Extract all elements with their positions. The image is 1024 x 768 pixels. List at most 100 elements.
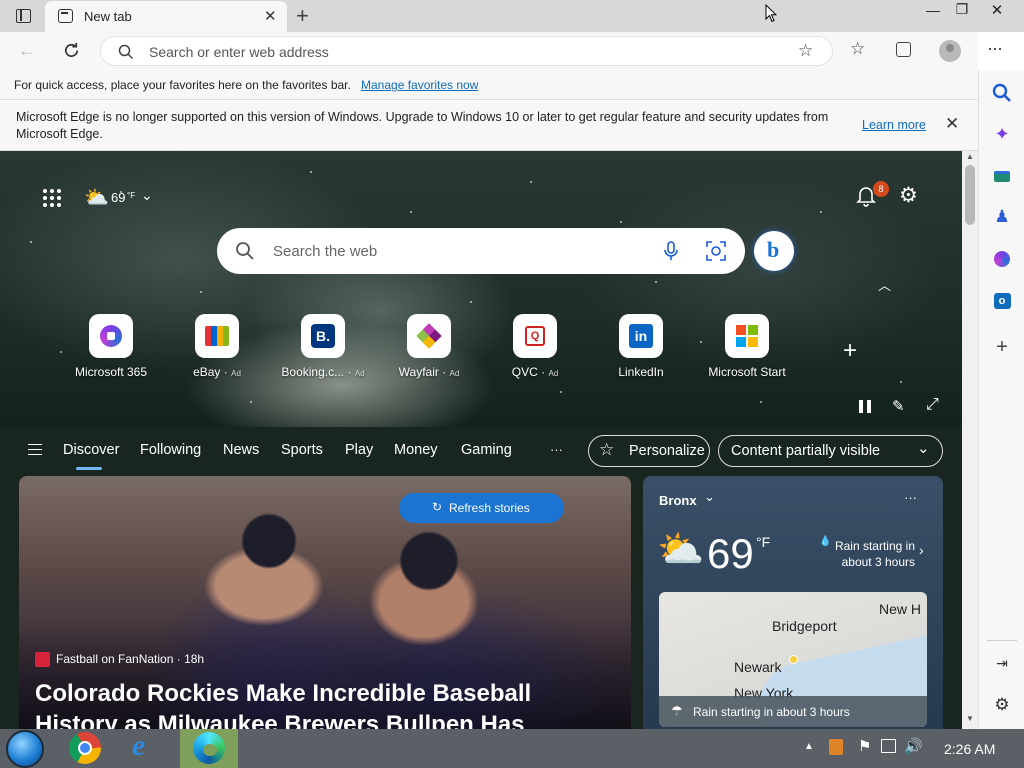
quick-link-booking[interactable]: B. Booking.c... · Ad [273,314,373,379]
linkedin-logo-icon: in [629,324,653,348]
manage-favorites-link[interactable]: Manage favorites now [361,78,478,92]
copilot-sparkle-icon[interactable]: ✦ [991,123,1013,145]
refresh-icon[interactable] [62,41,81,60]
start-button[interactable] [6,730,44,768]
refresh-stories-button[interactable]: ↻ Refresh stories [399,493,564,523]
visual-search-icon[interactable] [706,241,726,261]
shopping-icon[interactable] [991,166,1013,188]
scroll-up-icon[interactable]: ▲ [966,152,974,161]
show-hidden-icons[interactable]: ▲ [804,741,814,752]
toolbar: ← Search or enter web address ☆ ☆ [0,32,978,70]
partly-cloudy-icon: ⛅ [84,187,109,209]
add-quick-link-icon[interactable]: + [843,337,857,365]
app-launcher-icon[interactable] [43,189,61,207]
expand-icon[interactable]: ⤢ [926,396,939,414]
scroll-thumb[interactable] [965,165,975,225]
tab-close-button[interactable]: ✕ [264,7,277,25]
more-tabs-button[interactable]: ··· [550,442,563,457]
quick-link-linkedin[interactable]: in LinkedIn [591,314,691,379]
top-story-card[interactable]: ↻ Refresh stories Fastball on FanNation … [19,476,631,729]
learn-more-link[interactable]: Learn more [862,118,926,132]
edge-icon [193,732,225,764]
quick-link-microsoft-365[interactable]: Microsoft 365 [61,314,161,379]
internet-explorer-icon: e [132,729,146,762]
quick-link-ebay[interactable]: eBay · Ad [167,314,267,379]
ad-label: Ad [231,369,241,378]
quick-link-wayfair[interactable]: Wayfair · Ad [379,314,479,379]
search-icon[interactable] [991,82,1013,104]
tab-discover[interactable]: Discover [63,442,119,458]
tab-new-tab[interactable]: New tab ✕ [45,1,287,32]
bing-logo-icon: b [767,237,780,262]
action-center-flag-icon[interactable]: ⚑ [858,737,871,755]
edge-window: New tab ✕ + — ❐ ✕ ← Search or enter web … [0,0,1024,768]
address-bar[interactable]: Search or enter web address ☆ [100,36,833,66]
personalize-button[interactable]: ☆ Personalize [588,435,710,467]
pause-icon[interactable] [859,400,871,413]
quick-link-qvc[interactable]: Q QVC · Ad [485,314,585,379]
hide-sidebar-icon[interactable]: ⇥ [991,652,1013,674]
weather-map[interactable]: New H Bridgeport Newark New York ☂ Rain … [659,592,927,727]
ad-label: Ad [548,369,559,378]
map-label: Newark [734,659,782,675]
network-icon[interactable] [881,739,896,753]
tab-sports[interactable]: Sports [281,442,323,458]
tab-play[interactable]: Play [345,442,373,458]
tab-money[interactable]: Money [394,442,438,458]
taskbar-internet-explorer[interactable]: e [118,729,174,768]
window-close-button[interactable]: ✕ [979,1,1015,21]
profile-avatar[interactable] [939,40,961,62]
more-options-icon[interactable]: ··· [904,490,917,505]
sidebar-settings-icon[interactable]: ⚙ [991,694,1013,716]
favorites-icon[interactable]: ☆ [850,39,865,59]
microsoft-logo-icon [736,325,758,347]
menu-icon[interactable] [28,444,42,455]
tab-news[interactable]: News [223,442,259,458]
add-icon[interactable]: + [991,336,1013,358]
tray-app-icon[interactable] [829,739,843,755]
scroll-down-icon[interactable]: ▼ [966,714,974,723]
taskbar-chrome[interactable] [56,729,112,768]
tab-actions-icon[interactable] [16,9,31,23]
quick-link-label: Booking.c... [281,365,345,379]
taskbar-edge[interactable] [180,729,238,768]
add-favorite-icon[interactable]: ☆ [798,41,813,61]
quick-link-microsoft-start[interactable]: Microsoft Start [697,314,797,379]
content-visibility-dropdown[interactable]: Content partially visible ⌄ [718,435,943,467]
page-scrollbar[interactable]: ▲ ▼ [962,151,978,729]
wayfair-logo-icon [416,323,442,349]
collapse-chevron-icon[interactable]: ︿ [878,275,891,294]
outlook-icon[interactable]: o [991,290,1013,312]
unsupported-os-infobar: Microsoft Edge is no longer supported on… [0,101,978,151]
chevron-right-icon[interactable]: › [919,542,924,558]
restore-button[interactable]: ❐ [944,1,980,21]
collections-icon[interactable] [896,42,911,57]
weather-card[interactable]: Bronx ⌄ ··· ⛅ 69 °F 💧 Rain starting in a… [643,476,943,729]
microsoft-365-icon[interactable] [991,248,1013,270]
infobar-close-icon[interactable]: ✕ [945,114,959,134]
refresh-icon: ↻ [432,500,443,514]
content-visibility-label: Content partially visible [731,443,881,459]
new-tab-button[interactable]: + [296,3,309,29]
edit-background-icon[interactable]: ✎ [892,397,905,415]
address-placeholder: Search or enter web address [149,44,329,60]
clock[interactable]: 2:26 AM [944,741,995,757]
search-icon [236,242,254,260]
partly-cloudy-icon: ⛅ [657,529,705,571]
page-settings-gear-icon[interactable]: ⚙ [899,183,918,208]
weather-location[interactable]: Bronx [659,493,697,508]
tab-following[interactable]: Following [140,442,201,458]
map-label: Bridgeport [772,618,837,634]
back-arrow-icon[interactable]: ← [18,40,36,61]
chrome-icon [69,732,101,764]
microphone-icon[interactable] [664,241,678,261]
volume-icon[interactable]: 🔊 [904,737,923,755]
settings-more-icon[interactable]: ··· [987,38,1003,59]
bing-chat-button[interactable]: b [754,231,794,271]
web-search-box[interactable]: Search the web [217,228,745,274]
tab-gaming[interactable]: Gaming [461,442,512,458]
tools-icon[interactable]: ♟ [991,206,1013,228]
search-icon [118,44,134,60]
notifications-button[interactable]: 8 [856,181,889,209]
story-headline[interactable]: Colorado Rockies Make Incredible Basebal… [35,678,615,729]
